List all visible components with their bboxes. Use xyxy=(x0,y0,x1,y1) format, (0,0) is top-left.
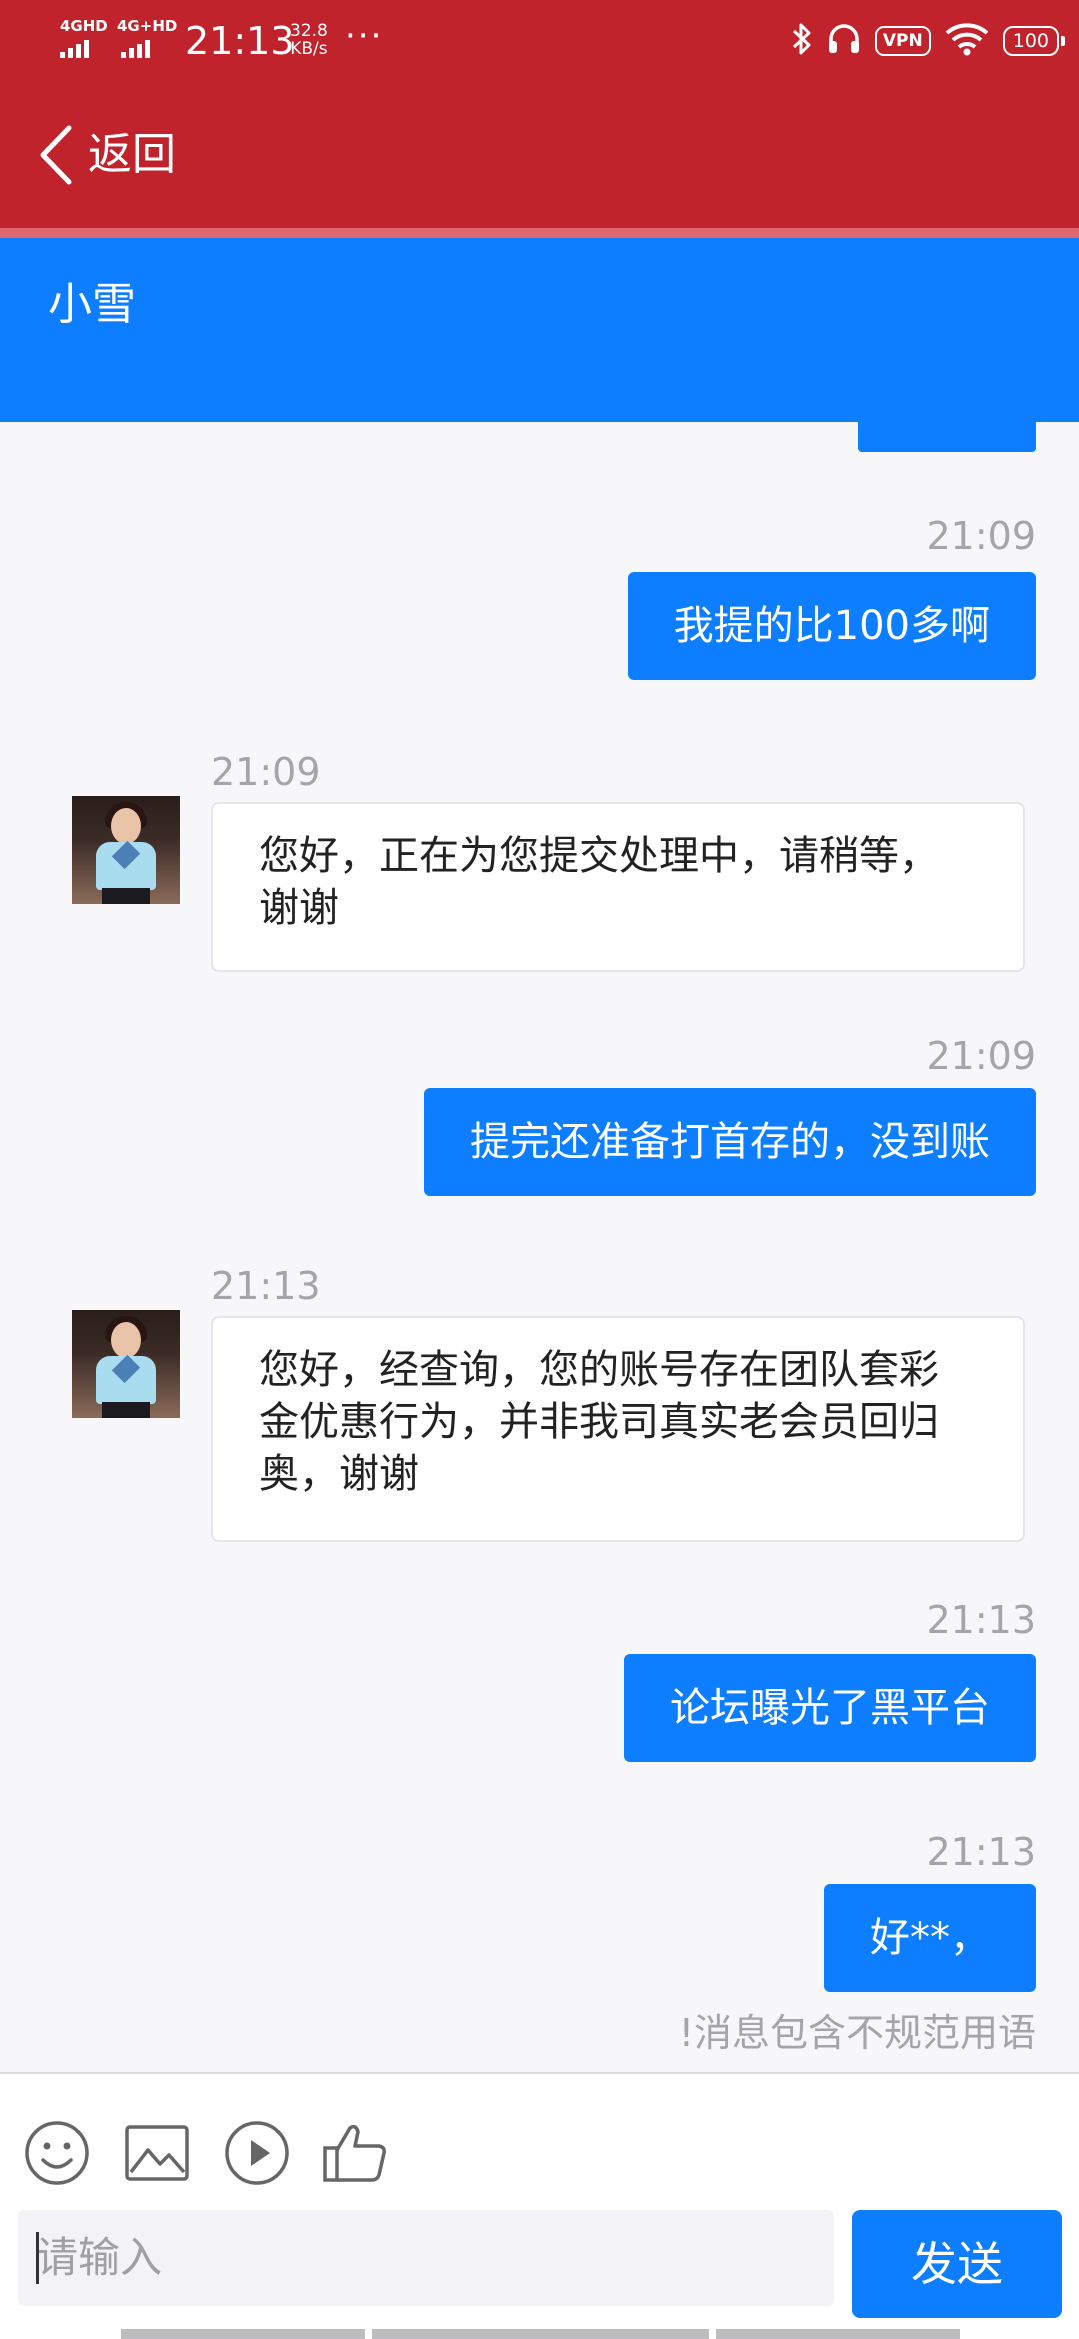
message-warning: !消息包含不规范用语 xyxy=(678,2011,1036,2055)
send-button[interactable]: 发送 xyxy=(852,2210,1062,2318)
input-placeholder: 请输入 xyxy=(36,2233,163,2282)
speed-unit: KB/s xyxy=(290,39,328,59)
headphones-icon xyxy=(827,22,861,60)
keyboard-peek-bar xyxy=(121,2329,365,2339)
chevron-left-icon xyxy=(20,110,90,200)
status-bar: 4GHD 4G+HD 21:13 32.8 KB/s ··· VPN 100 xyxy=(0,0,1079,84)
wifi-icon xyxy=(945,22,989,60)
bluetooth-icon xyxy=(791,21,813,61)
play-icon[interactable] xyxy=(222,2118,292,2188)
sent-message-bubble[interactable]: 好**， xyxy=(824,1884,1036,1992)
sent-message-bubble[interactable]: 提完还准备打首存的，没到账 xyxy=(424,1088,1036,1196)
speed-value: 32.8 xyxy=(290,21,328,41)
back-label: 返回 xyxy=(88,129,176,180)
agent-avatar[interactable] xyxy=(72,1310,180,1418)
more-notifications-icon: ··· xyxy=(345,16,384,56)
message-time: 21:13 xyxy=(926,1830,1036,1874)
header-divider xyxy=(0,228,1079,238)
status-time: 21:13 xyxy=(185,19,295,63)
image-icon[interactable] xyxy=(122,2118,192,2188)
sent-message-bubble[interactable]: 我提的比100多啊 xyxy=(627,572,1036,680)
agent-avatar[interactable] xyxy=(72,796,180,904)
signal-label-1: 4GHD xyxy=(60,17,108,35)
message-time: 21:13 xyxy=(926,1598,1036,1642)
message-time: 21:09 xyxy=(926,514,1036,558)
contact-name: 小雪 xyxy=(48,279,136,330)
signal-label-2: 4G+HD xyxy=(117,17,178,35)
battery-indicator: 100 xyxy=(1002,26,1066,56)
text-caret xyxy=(36,2232,39,2284)
chat-area[interactable]: 21:09 我提的比100多啊 21:09 您好，正在为您提交处理中，请稍等，谢… xyxy=(0,422,1079,2072)
signal-bars-icon xyxy=(117,40,177,58)
signal-indicator-2: 4G+HD xyxy=(117,18,177,58)
signal-indicator-1: 4GHD xyxy=(60,18,108,58)
vpn-badge: VPN xyxy=(874,26,931,56)
message-time: 21:09 xyxy=(926,1034,1036,1078)
status-right-icons: VPN 100 xyxy=(791,18,1066,64)
signal-bars-icon xyxy=(60,40,108,58)
keyboard-peek-bar xyxy=(372,2329,709,2339)
message-time: 21:13 xyxy=(211,1264,321,1308)
message-input[interactable]: 请输入 xyxy=(18,2210,834,2306)
partial-message-bubble xyxy=(858,422,1036,452)
emoji-icon[interactable] xyxy=(22,2118,92,2188)
received-message-bubble[interactable]: 您好，经查询，您的账号存在团队套彩金优惠行为，并非我司真实老会员回归奥，谢谢 xyxy=(211,1316,1025,1542)
input-panel: 请输入 发送 xyxy=(0,2072,1079,2339)
received-message-bubble[interactable]: 您好，正在为您提交处理中，请稍等，谢谢 xyxy=(211,802,1025,972)
thumbs-up-icon[interactable] xyxy=(320,2118,390,2188)
network-speed: 32.8 KB/s xyxy=(290,22,328,58)
keyboard-peek-bar xyxy=(716,2329,960,2339)
sent-message-bubble[interactable]: 论坛曝光了黑平台 xyxy=(624,1654,1036,1762)
back-button[interactable]: 返回 xyxy=(0,110,176,200)
message-time: 21:09 xyxy=(211,750,321,794)
contact-bar xyxy=(0,238,1079,422)
